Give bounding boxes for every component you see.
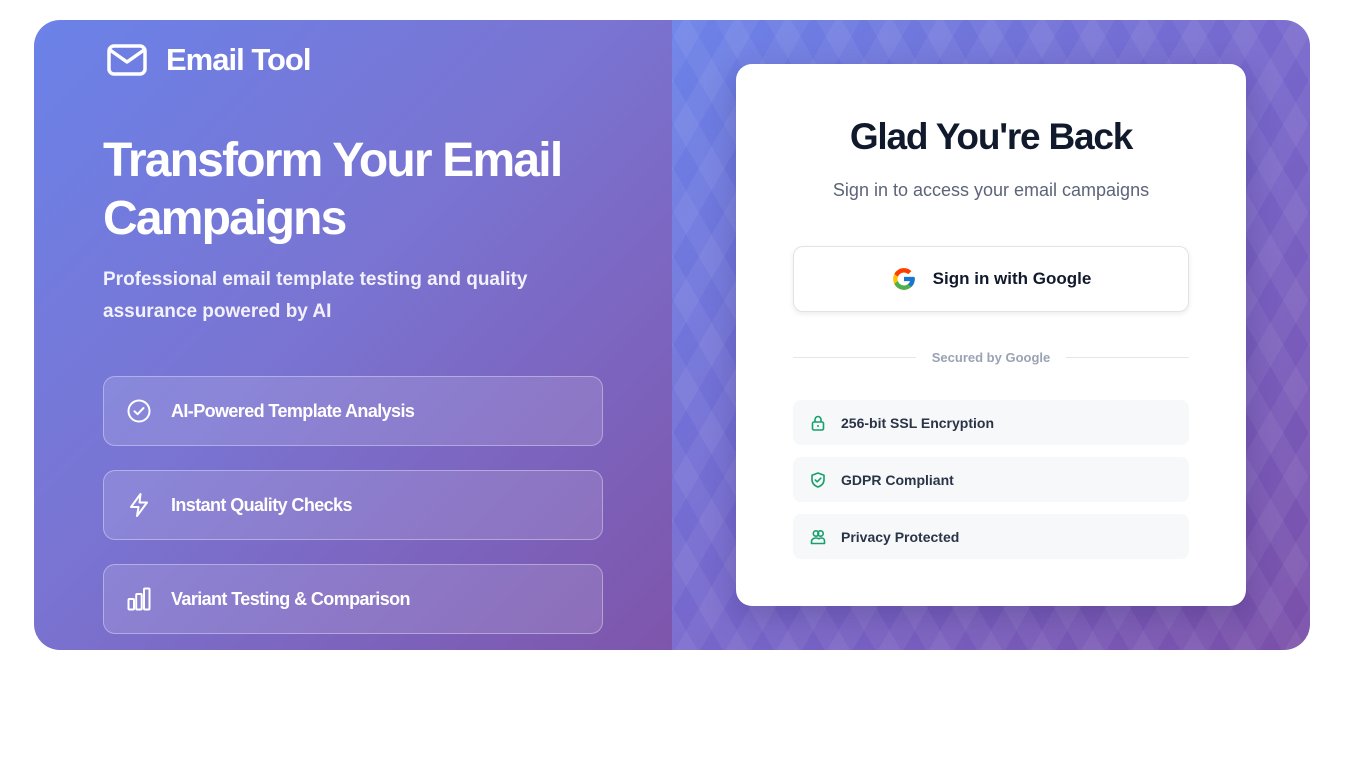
- divider-line: [793, 356, 916, 358]
- badge-privacy: Privacy Protected: [793, 514, 1189, 559]
- badge-ssl: 256-bit SSL Encryption: [793, 400, 1189, 445]
- google-sign-in-button[interactable]: Sign in with Google: [793, 246, 1189, 312]
- badge-label: 256-bit SSL Encryption: [841, 414, 994, 431]
- login-title: Glad You're Back: [849, 116, 1133, 157]
- lock-icon: [811, 415, 825, 431]
- lightning-icon: [130, 493, 148, 517]
- login-subtitle: Sign in to access your email campaigns: [832, 180, 1150, 200]
- brand: Email Tool: [106, 42, 311, 78]
- login-panel: Glad You're Back Sign in to access your …: [672, 20, 1310, 650]
- bar-chart-icon: [127, 587, 151, 611]
- login-card: Glad You're Back Sign in to access your …: [736, 64, 1246, 606]
- google-logo-icon: [892, 268, 915, 290]
- feature-item-quality-checks: Instant Quality Checks: [103, 470, 603, 540]
- app-shell: Email Tool Transform Your Email Campaign…: [34, 20, 1310, 650]
- feature-label: Variant Testing & Comparison: [171, 588, 411, 609]
- divider-line: [1066, 356, 1190, 358]
- check-circle-icon: [127, 399, 151, 423]
- security-badges: 256-bit SSL Encryption GDPR Compliant Pr…: [793, 400, 1189, 571]
- brand-name: Email Tool: [166, 42, 311, 77]
- badge-label: Privacy Protected: [841, 528, 960, 545]
- feature-list: AI-Powered Template Analysis Instant Qua…: [103, 376, 603, 650]
- hero-subtitle: Professional email template testing and …: [103, 269, 528, 322]
- feature-label: AI-Powered Template Analysis: [171, 400, 415, 421]
- feature-item-variant-testing: Variant Testing & Comparison: [103, 564, 603, 634]
- badge-gdpr: GDPR Compliant: [793, 457, 1189, 502]
- google-button-label: Sign in with Google: [932, 269, 1092, 288]
- marketing-panel: Email Tool Transform Your Email Campaign…: [34, 20, 672, 650]
- divider-text: Secured by Google: [931, 349, 1051, 365]
- divider: Secured by Google: [793, 347, 1190, 367]
- badge-label: GDPR Compliant: [841, 471, 954, 488]
- hero-title: Transform Your Email Campaigns: [103, 134, 563, 245]
- shield-check-icon: [811, 471, 825, 488]
- feature-item-ai-analysis: AI-Powered Template Analysis: [103, 376, 603, 446]
- feature-label: Instant Quality Checks: [171, 494, 352, 515]
- users-icon: [810, 529, 826, 544]
- envelope-icon: [107, 44, 147, 76]
